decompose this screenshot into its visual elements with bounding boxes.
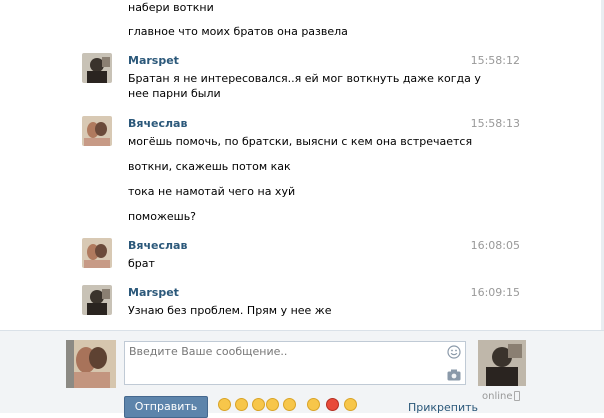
message-time: 15:58:13 <box>470 117 520 130</box>
message-author[interactable]: Marspet <box>128 54 179 67</box>
emoji-thumbs-down-icon[interactable] <box>252 398 265 411</box>
smile-icon[interactable] <box>447 345 461 359</box>
avatar-marspet[interactable] <box>82 285 112 315</box>
send-button[interactable]: Отправить <box>124 396 208 418</box>
message-author[interactable]: Вячеслав <box>128 239 187 252</box>
message-time: 16:08:05 <box>470 239 520 252</box>
peer-avatar[interactable] <box>478 340 526 386</box>
emoji-pointing-hand-icon[interactable] <box>283 398 296 411</box>
avatar-marspet[interactable] <box>82 53 112 83</box>
message-text: поможешь? <box>128 210 197 223</box>
avatar-vyacheslav[interactable] <box>82 116 112 146</box>
mobile-phone-icon <box>514 391 520 401</box>
emoji-shocked-icon[interactable] <box>344 398 357 411</box>
message-text: набери воткни <box>128 1 214 14</box>
message-text: главное что моих братов она развела <box>128 25 348 38</box>
emoji-blush-icon[interactable] <box>218 398 231 411</box>
avatar-vyacheslav[interactable] <box>82 238 112 268</box>
message-input[interactable] <box>129 345 429 383</box>
message-text: брат <box>128 257 155 270</box>
emoji-smirk-icon[interactable] <box>307 398 320 411</box>
message-time: 16:09:15 <box>470 286 520 299</box>
message-author[interactable]: Marspet <box>128 286 179 299</box>
message-author[interactable]: Вячеслав <box>128 117 187 130</box>
message-text: воткни, скажешь потом как <box>128 160 291 173</box>
message-text: тока не намотай чего на хуй <box>128 185 296 198</box>
my-avatar[interactable] <box>66 340 116 388</box>
message-text: Братан я не интересовался..я ей мог вотк… <box>128 72 481 100</box>
camera-icon[interactable] <box>447 369 461 381</box>
attach-link[interactable]: Прикрепить <box>408 401 478 414</box>
message-text: могёшь помочь, по братски, выясни с кем … <box>128 135 473 148</box>
message-time: 15:58:12 <box>470 54 520 67</box>
emoji-angry-icon[interactable] <box>326 398 339 411</box>
message-text: Узнаю без проблем. Прям у нее же <box>128 304 332 317</box>
message-history: набери воткни главное что моих братов он… <box>0 0 604 330</box>
message-input-box[interactable] <box>124 341 466 385</box>
online-status: online <box>482 391 513 402</box>
emoji-ok-hand-icon[interactable] <box>266 398 279 411</box>
emoji-thumbs-up-icon[interactable] <box>235 398 248 411</box>
